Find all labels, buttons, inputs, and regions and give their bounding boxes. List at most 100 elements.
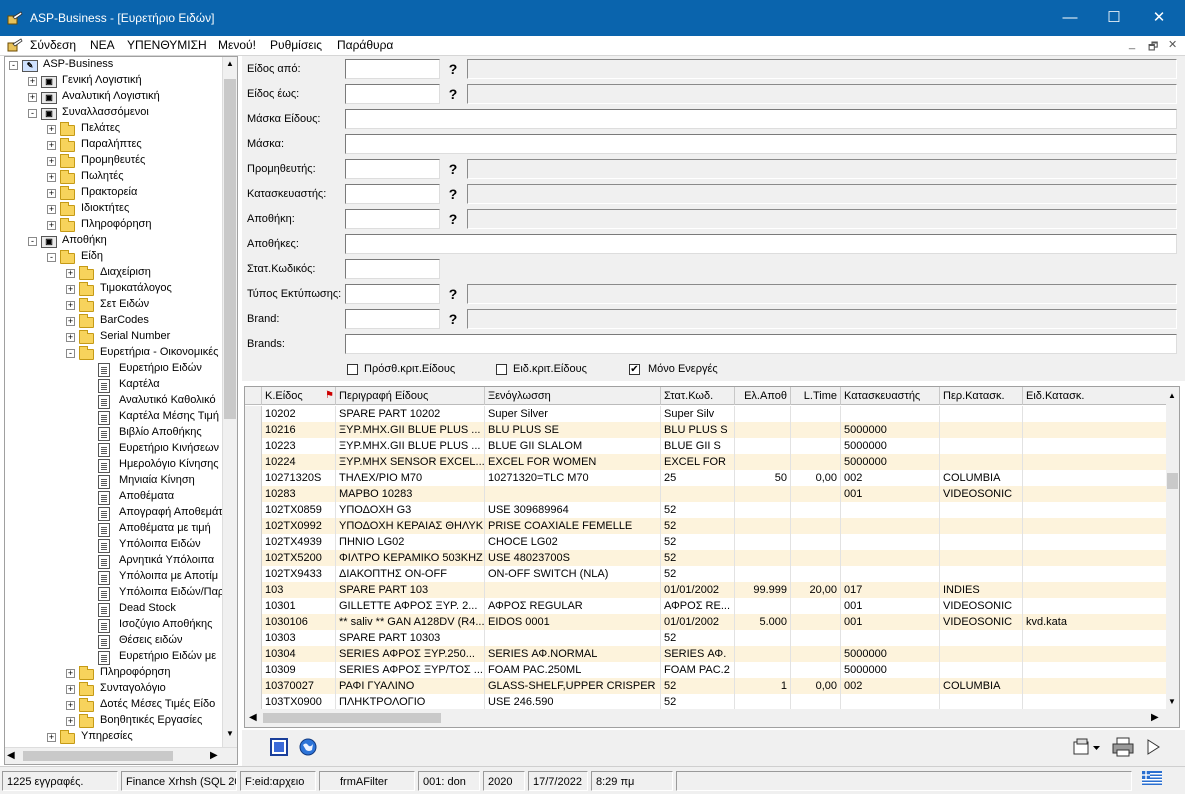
expand-icon[interactable]: + xyxy=(66,669,75,678)
scroll-left-arrow-icon[interactable]: ◀ xyxy=(7,750,15,761)
row-indicator[interactable] xyxy=(245,566,262,582)
globe-icon[interactable] xyxy=(299,738,317,756)
tree-node[interactable]: Αποθέματα xyxy=(5,490,221,506)
tree-hscroll-thumb[interactable] xyxy=(23,751,173,761)
filter-flag-icon[interactable]: ⚑ xyxy=(325,390,334,402)
tree-node[interactable]: + Πωλητές xyxy=(5,170,221,186)
table-row[interactable]: 10301 GILLETTE ΑΦΡΟΣ ΞΥΡ. 2... ΑΦΡΟΣ REGUL… xyxy=(245,598,1167,614)
mdi-restore-button[interactable]: 🗗 xyxy=(1148,38,1158,57)
row-indicator[interactable] xyxy=(245,630,262,646)
tree-node[interactable]: - ✎ ASP-Business xyxy=(5,58,221,74)
column-header[interactable]: L.Time xyxy=(791,387,841,405)
tree-node[interactable]: + Τιμοκατάλογος xyxy=(5,282,221,298)
tree-node[interactable]: - ▣ Συναλλασσόμενοι xyxy=(5,106,221,122)
expand-icon[interactable]: + xyxy=(47,733,56,742)
tree-horizontal-scrollbar[interactable]: ◀ ▶ xyxy=(5,747,237,764)
tree-node[interactable]: Αρνητικά Υπόλοιπα xyxy=(5,554,221,570)
grid-vertical-scrollbar[interactable]: ▲ ▼ xyxy=(1166,387,1179,710)
tree-node[interactable]: Ισοζύγιο Αποθήκης xyxy=(5,618,221,634)
scroll-up-arrow-icon[interactable]: ▲ xyxy=(225,59,235,73)
mdi-minimize-button[interactable]: _ xyxy=(1129,38,1135,50)
expand-icon[interactable]: + xyxy=(66,717,75,726)
scroll-left-arrow-icon[interactable]: ◀ xyxy=(249,712,257,723)
row-indicator[interactable] xyxy=(245,598,262,614)
table-row[interactable]: 10303 SPARE PART 10303 52 xyxy=(245,630,1167,646)
tree-node[interactable]: Ευρετήριο Ειδών με xyxy=(5,650,221,666)
expand-icon[interactable]: + xyxy=(47,125,56,134)
tree-node[interactable]: + Βοηθητικές Εργασίες xyxy=(5,714,221,730)
scroll-up-arrow-icon[interactable]: ▲ xyxy=(1168,391,1176,400)
expand-icon[interactable]: + xyxy=(66,701,75,710)
row-indicator[interactable] xyxy=(245,422,262,438)
filter-input[interactable] xyxy=(345,84,440,104)
row-indicator[interactable] xyxy=(245,694,262,710)
collapse-icon[interactable]: - xyxy=(28,109,37,118)
scroll-down-arrow-icon[interactable]: ▼ xyxy=(1168,697,1176,706)
column-header[interactable]: Κατασκευαστής xyxy=(841,387,940,405)
grid-scroll-thumb[interactable] xyxy=(1167,473,1178,489)
tree-node[interactable]: + Πελάτες xyxy=(5,122,221,138)
row-indicator[interactable] xyxy=(245,454,262,470)
table-row[interactable]: 1030106 ** saliv ** GAN A128DV (R4... EIDO… xyxy=(245,614,1167,630)
tree-node[interactable]: Ευρετήριο Ειδών xyxy=(5,362,221,378)
question-help-icon[interactable]: ? xyxy=(445,85,461,103)
scroll-down-arrow-icon[interactable]: ▼ xyxy=(225,729,235,743)
row-indicator[interactable] xyxy=(245,486,262,502)
tree-node[interactable]: Θέσεις ειδών xyxy=(5,634,221,650)
tree-node[interactable]: + Δοτές Μέσες Τιμές Είδο xyxy=(5,698,221,714)
table-row[interactable]: 10309 SERIES ΑΦΡΟΣ ΞΥΡ/ΤΟΣ ... FOAM PAC.25… xyxy=(245,662,1167,678)
filter-input[interactable] xyxy=(345,334,1177,354)
expand-icon[interactable]: + xyxy=(66,285,75,294)
tree-node[interactable]: + BarCodes xyxy=(5,314,221,330)
table-row[interactable]: 10271320S ΤΗΛΕΧ/ΡΙΟ M70 10271320=TLC M70 25… xyxy=(245,470,1167,486)
tree-node[interactable]: + Σετ Ειδών xyxy=(5,298,221,314)
expand-icon[interactable]: + xyxy=(28,77,37,86)
tree-node[interactable]: Dead Stock xyxy=(5,602,221,618)
table-row[interactable]: 10283 ΜΑΡΒΟ 10283 001 VIDEOSONIC xyxy=(245,486,1167,502)
filter-input[interactable] xyxy=(345,59,440,79)
additional-criteria-checkbox[interactable] xyxy=(347,364,358,375)
filter-input[interactable] xyxy=(345,109,1177,129)
tree-node[interactable]: + ▣ Γενική Λογιστική xyxy=(5,74,221,90)
question-help-icon[interactable]: ? xyxy=(445,285,461,303)
menu-windows[interactable]: Παράθυρα xyxy=(337,38,393,52)
menu-connect[interactable]: Σύνδεση xyxy=(30,38,76,52)
tree-node[interactable]: + Πληροφόρηση xyxy=(5,666,221,682)
expand-icon[interactable]: + xyxy=(47,173,56,182)
expand-icon[interactable]: + xyxy=(47,157,56,166)
tree-node[interactable]: + ▣ Αναλυτική Λογιστική xyxy=(5,90,221,106)
question-help-icon[interactable]: ? xyxy=(445,310,461,328)
collapse-icon[interactable]: - xyxy=(66,349,75,358)
filter-input[interactable] xyxy=(345,309,440,329)
filter-input[interactable] xyxy=(345,234,1177,254)
tree-node[interactable]: Καρτέλα Μέσης Τιμή xyxy=(5,410,221,426)
tree-node[interactable]: Απογραφή Αποθεμάτ xyxy=(5,506,223,522)
row-indicator[interactable] xyxy=(245,502,262,518)
app-icon[interactable] xyxy=(7,11,23,25)
table-row[interactable]: 102TX0992 ΥΠΟΔΟΧΗ ΚΕΡΑΙΑΣ ΘΗΛΥΚΗ PRISE COA… xyxy=(245,518,1167,534)
properties-icon[interactable] xyxy=(1073,738,1101,756)
expand-icon[interactable]: + xyxy=(66,269,75,278)
tree-node[interactable]: + Serial Number xyxy=(5,330,221,346)
table-row[interactable]: 102TX9433 ΔΙΑΚΟΠΤΗΣ ON-OFF ON-OFF SWITCH (… xyxy=(245,566,1167,582)
scroll-right-arrow-icon[interactable]: ▶ xyxy=(1151,712,1159,723)
filter-input[interactable] xyxy=(345,134,1177,154)
mdi-close-button[interactable]: ✕ xyxy=(1168,38,1177,51)
maximize-button[interactable]: ☐ xyxy=(1091,6,1137,30)
filter-input[interactable] xyxy=(345,284,440,304)
row-indicator[interactable] xyxy=(245,614,262,630)
tree-node[interactable]: Βιβλίο Αποθήκης xyxy=(5,426,221,442)
printer-icon[interactable] xyxy=(1112,737,1134,757)
question-help-icon[interactable]: ? xyxy=(445,60,461,78)
table-row[interactable]: 10304 SERIES ΑΦΡΟΣ ΞΥΡ.250... SERIES ΑΦ.NO… xyxy=(245,646,1167,662)
expand-icon[interactable]: + xyxy=(47,205,56,214)
row-indicator[interactable] xyxy=(245,662,262,678)
row-indicator[interactable] xyxy=(245,646,262,662)
tree-node[interactable]: + Υπηρεσίες xyxy=(5,730,221,746)
tree-node[interactable]: Υπόλοιπα Ειδών xyxy=(5,538,221,554)
expand-icon[interactable]: + xyxy=(66,685,75,694)
tree-node[interactable]: + Παραλήπτες xyxy=(5,138,221,154)
table-row[interactable]: 103 SPARE PART 103 01/01/2002 99.999 20,00 01… xyxy=(245,582,1167,598)
expand-icon[interactable]: + xyxy=(66,333,75,342)
tree-node[interactable]: Υπόλοιπα με Αποτίμ xyxy=(5,570,221,586)
